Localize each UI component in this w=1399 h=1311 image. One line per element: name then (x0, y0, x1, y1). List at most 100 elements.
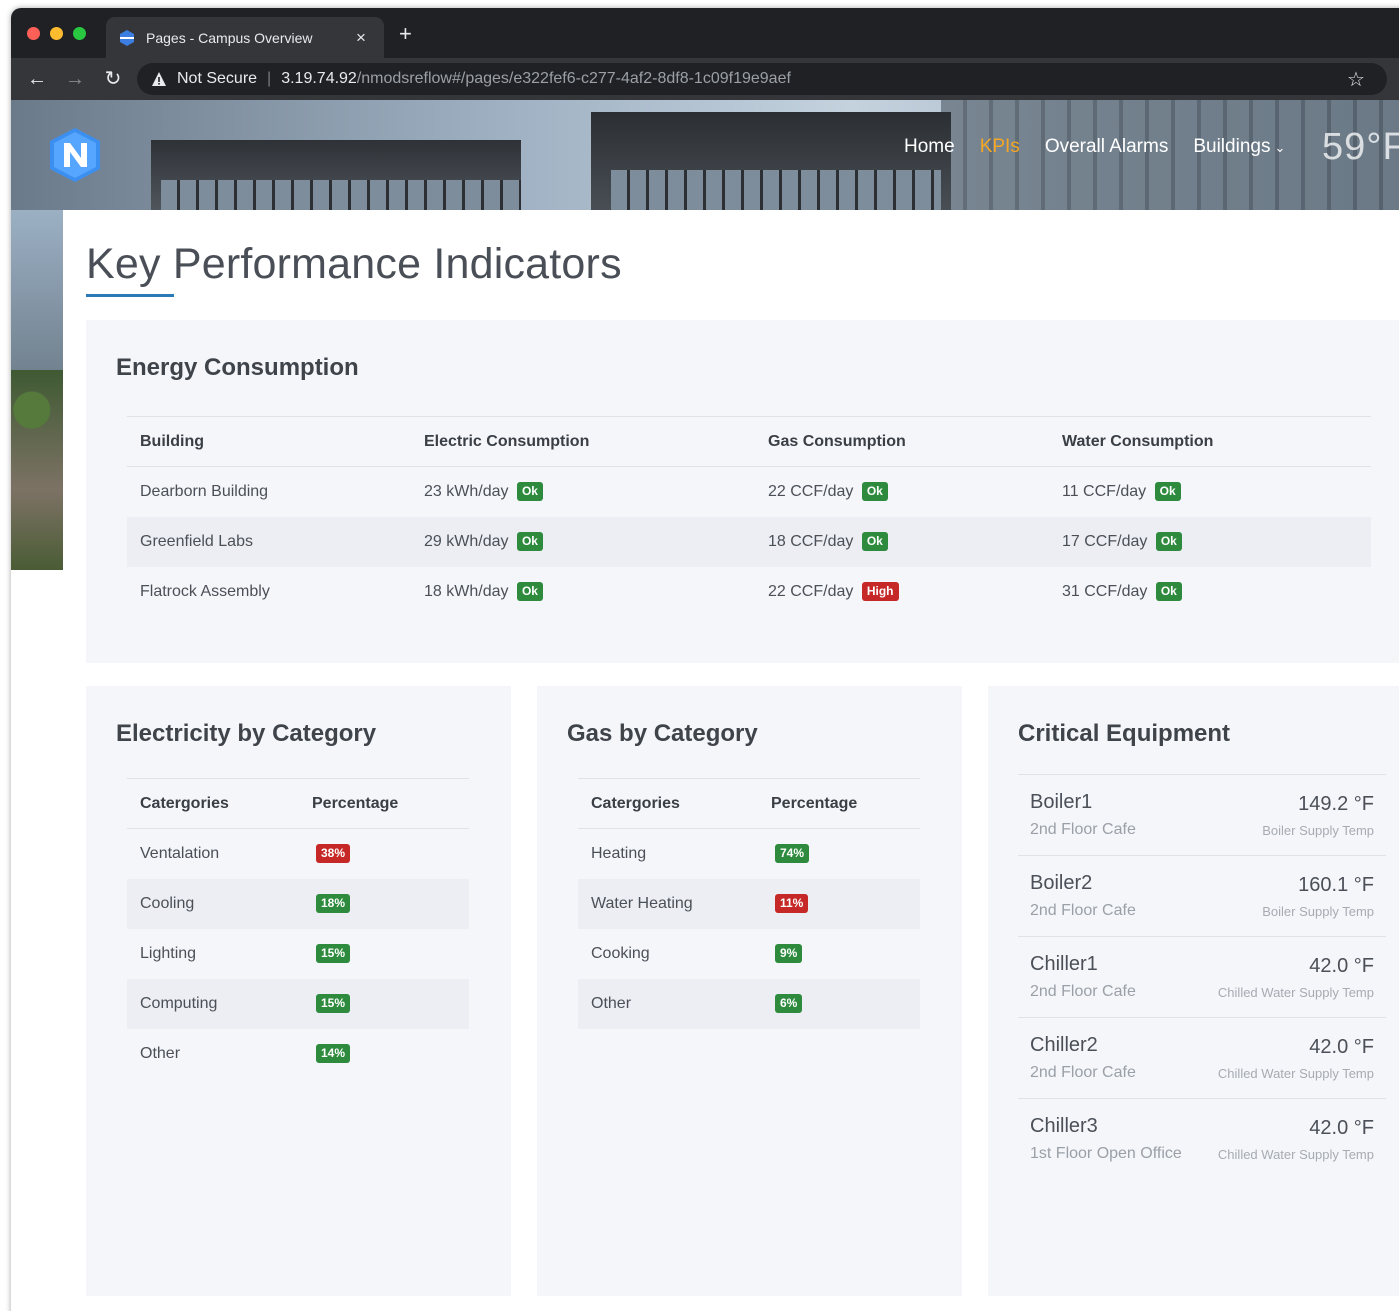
equipment-name: Boiler1 (1030, 791, 1093, 813)
back-arrow-icon[interactable]: ← (25, 67, 49, 91)
url-path: /nmodsreflow#/pages/e322fef6-c277-4af2-8… (356, 70, 791, 87)
equipment-name: Boiler2 (1030, 872, 1093, 894)
equipment-location: 2nd Floor Cafe (1030, 902, 1136, 919)
percent-cell: 15% (299, 978, 469, 1029)
column-header: Gas Consumption (755, 416, 1049, 467)
gas-cell: 22 CCF/day High (755, 567, 1049, 617)
percent-cell: 14% (299, 1029, 469, 1079)
column-header: Catergories (127, 778, 299, 829)
percent-cell: 18% (299, 878, 469, 929)
browser-tab[interactable]: Pages - Campus Overview × (106, 17, 384, 58)
table-row: Cooling 18% (127, 878, 469, 929)
table-row: Dearborn Building 23 kWh/day Ok 22 CCF/d… (127, 467, 1371, 517)
status-badge: High (861, 582, 899, 601)
electricity-by-category-card: Electricity by Category Catergories Perc… (86, 686, 511, 1296)
gas-table: Catergories Percentage Heating 74% Water… (578, 778, 920, 1029)
top-navigation: Home KPIs Overall Alarms Buildings ⌄ (904, 136, 1310, 158)
category-name: Computing (127, 978, 299, 1029)
warning-icon (152, 72, 166, 86)
equipment-name: Chiller1 (1030, 953, 1098, 975)
percent-badge: 15% (316, 944, 351, 963)
web-page: Home KPIs Overall Alarms Buildings ⌄ 59°F… (11, 100, 1399, 1311)
category-name: Cooling (127, 878, 299, 929)
category-name: Other (578, 978, 758, 1029)
percent-badge: 15% (316, 994, 351, 1013)
n-logo-icon[interactable] (47, 126, 103, 184)
energy-table: Building Electric Consumption Gas Consum… (127, 416, 1371, 617)
minimize-window-button[interactable] (50, 27, 63, 40)
equipment-value: 42.0 °F (1309, 955, 1374, 977)
water-cell: 31 CCF/day Ok (1049, 567, 1371, 617)
nav-buildings-dropdown[interactable]: Buildings ⌄ (1193, 136, 1285, 158)
close-window-button[interactable] (27, 27, 40, 40)
list-item[interactable]: Chiller1 2nd Floor Cafe 42.0 °F Chilled … (1018, 936, 1386, 1017)
water-cell: 11 CCF/day Ok (1049, 467, 1371, 517)
address-bar[interactable]: Not Secure | 3.19.74.92/nmodsreflow#/pag… (137, 63, 1387, 95)
percent-badge: 74% (775, 844, 810, 864)
omnibox-separator: | (267, 70, 272, 87)
tab-close-icon[interactable]: × (352, 28, 370, 48)
electric-value: 29 kWh/day (424, 533, 509, 550)
column-header: Electric Consumption (411, 416, 755, 467)
gas-card-title: Gas by Category (567, 720, 758, 747)
url-host: 3.19.74.92 (281, 70, 357, 87)
building-windows-center (611, 170, 941, 210)
water-cell: 17 CCF/day Ok (1049, 516, 1371, 567)
building-windows-left (161, 180, 521, 210)
nav-kpis-link[interactable]: KPIs (980, 136, 1020, 158)
list-item[interactable]: Chiller2 2nd Floor Cafe 42.0 °F Chilled … (1018, 1017, 1386, 1098)
list-item[interactable]: Boiler1 2nd Floor Cafe 149.2 °F Boiler S… (1018, 774, 1386, 855)
table-row: Heating 74% (578, 829, 920, 879)
category-name: Cooking (591, 944, 650, 962)
category-name: Heating (591, 844, 647, 862)
equipment-location: 2nd Floor Cafe (1030, 1064, 1136, 1081)
category-name: Water Heating (578, 878, 758, 929)
browser-titlebar: Pages - Campus Overview × + (11, 8, 1399, 58)
trees-image (11, 370, 63, 570)
water-value: 11 CCF/day (1062, 483, 1147, 501)
table-row: Other 6% (578, 978, 920, 1029)
list-item[interactable]: Chiller3 1st Floor Open Office 42.0 °F C… (1018, 1098, 1386, 1179)
equipment-name: Chiller3 (1030, 1115, 1098, 1137)
status-badge: Ok (516, 582, 543, 601)
status-badge: Ok (516, 532, 543, 551)
list-item[interactable]: Boiler2 2nd Floor Cafe 160.1 °F Boiler S… (1018, 855, 1386, 936)
chevron-down-icon: ⌄ (1274, 140, 1286, 155)
table-row: Computing 15% (127, 978, 469, 1029)
building-name: Greenfield Labs (127, 516, 411, 567)
forward-arrow-icon[interactable]: → (63, 67, 87, 91)
electricity-table: Catergories Percentage Ventalation 38% C… (127, 778, 469, 1079)
reload-icon[interactable]: ↻ (101, 67, 125, 91)
gas-by-category-card: Gas by Category Catergories Percentage H… (537, 686, 962, 1296)
bookmark-star-icon[interactable]: ☆ (1347, 67, 1365, 92)
percent-badge: 38% (316, 844, 351, 864)
table-row: Cooking 9% (578, 929, 920, 979)
security-label[interactable]: Not Secure (177, 70, 257, 88)
title-underline (86, 294, 174, 297)
maximize-window-button[interactable] (73, 27, 86, 40)
equipment-value: 42.0 °F (1309, 1036, 1374, 1058)
equipment-measure: Chilled Water Supply Temp (1217, 985, 1374, 1000)
status-badge: Ok (861, 482, 888, 502)
electric-cell: 23 kWh/day Ok (411, 467, 755, 517)
percent-badge: 11% (775, 894, 809, 913)
equipment-location: 1st Floor Open Office (1030, 1145, 1182, 1162)
equipment-card-title: Critical Equipment (1018, 720, 1231, 747)
gas-cell: 22 CCF/day Ok (755, 467, 1049, 517)
table-row: Greenfield Labs 29 kWh/day Ok 18 CCF/day… (127, 516, 1371, 567)
tab-title: Pages - Campus Overview (146, 29, 313, 46)
nav-home-link[interactable]: Home (904, 136, 955, 158)
outdoor-temperature: 59°F (1322, 126, 1399, 168)
equipment-measure: Boiler Supply Temp (1262, 823, 1374, 838)
browser-window: Pages - Campus Overview × + ← → ↻ Not Se… (11, 8, 1399, 1311)
column-header: Water Consumption (1049, 416, 1371, 467)
percent-cell: 11% (758, 878, 920, 929)
category-name: Ventalation (140, 844, 220, 862)
category-name: Other (140, 1044, 181, 1062)
building-name: Dearborn Building (140, 482, 269, 500)
nav-overall-alarms-link[interactable]: Overall Alarms (1045, 136, 1169, 158)
percent-badge: 6% (775, 994, 803, 1013)
electric-cell: 29 kWh/day Ok (411, 516, 755, 567)
energy-table-header: Building Electric Consumption Gas Consum… (127, 416, 1371, 467)
new-tab-button[interactable]: + (399, 23, 412, 45)
